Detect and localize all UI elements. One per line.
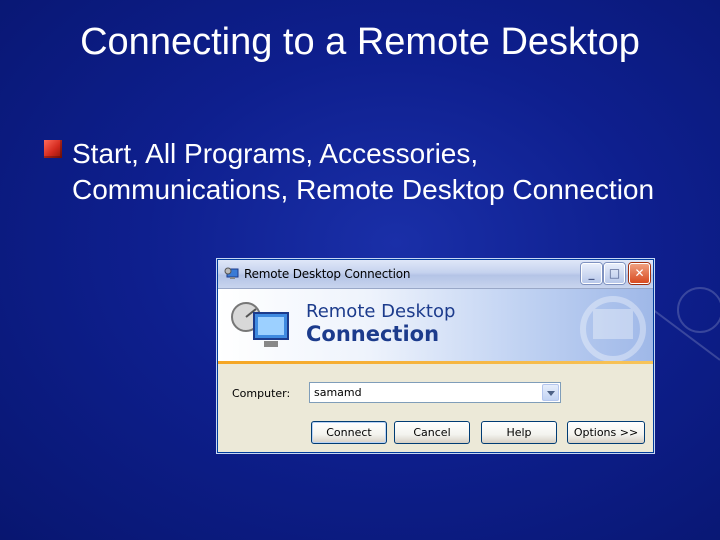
remote-desktop-logo-icon (231, 302, 289, 347)
bullet-text: Start, All Programs, Accessories, Commun… (72, 138, 655, 205)
connect-button[interactable]: Connect (311, 421, 387, 444)
minimize-button[interactable]: _ (581, 263, 602, 284)
help-button[interactable]: Help (481, 421, 557, 444)
computer-combobox[interactable]: samamd (309, 382, 561, 403)
dialog-banner: Remote Desktop Connection (218, 289, 653, 361)
slide-title: Connecting to a Remote Desktop (80, 21, 640, 63)
remote-desktop-window: Remote Desktop Connection _ □ ✕ Remote D… (217, 259, 654, 453)
banner-decoration (580, 296, 646, 361)
red-square-bullet-icon (44, 140, 62, 158)
banner-title-line1: Remote Desktop (306, 301, 456, 322)
remote-desktop-icon (224, 267, 239, 279)
computer-value: samamd (314, 386, 362, 399)
window-title: Remote Desktop Connection (244, 267, 411, 281)
cancel-button[interactable]: Cancel (394, 421, 470, 444)
banner-title-line2: Connection (306, 322, 440, 346)
window-titlebar[interactable]: Remote Desktop Connection _ □ ✕ (218, 260, 653, 289)
computer-label: Computer: (232, 387, 291, 400)
maximize-button[interactable]: □ (604, 263, 625, 284)
options-button[interactable]: Options >> (567, 421, 645, 444)
close-button[interactable]: ✕ (629, 263, 650, 284)
chevron-down-icon[interactable] (542, 384, 559, 401)
banner-stripe (218, 361, 653, 364)
